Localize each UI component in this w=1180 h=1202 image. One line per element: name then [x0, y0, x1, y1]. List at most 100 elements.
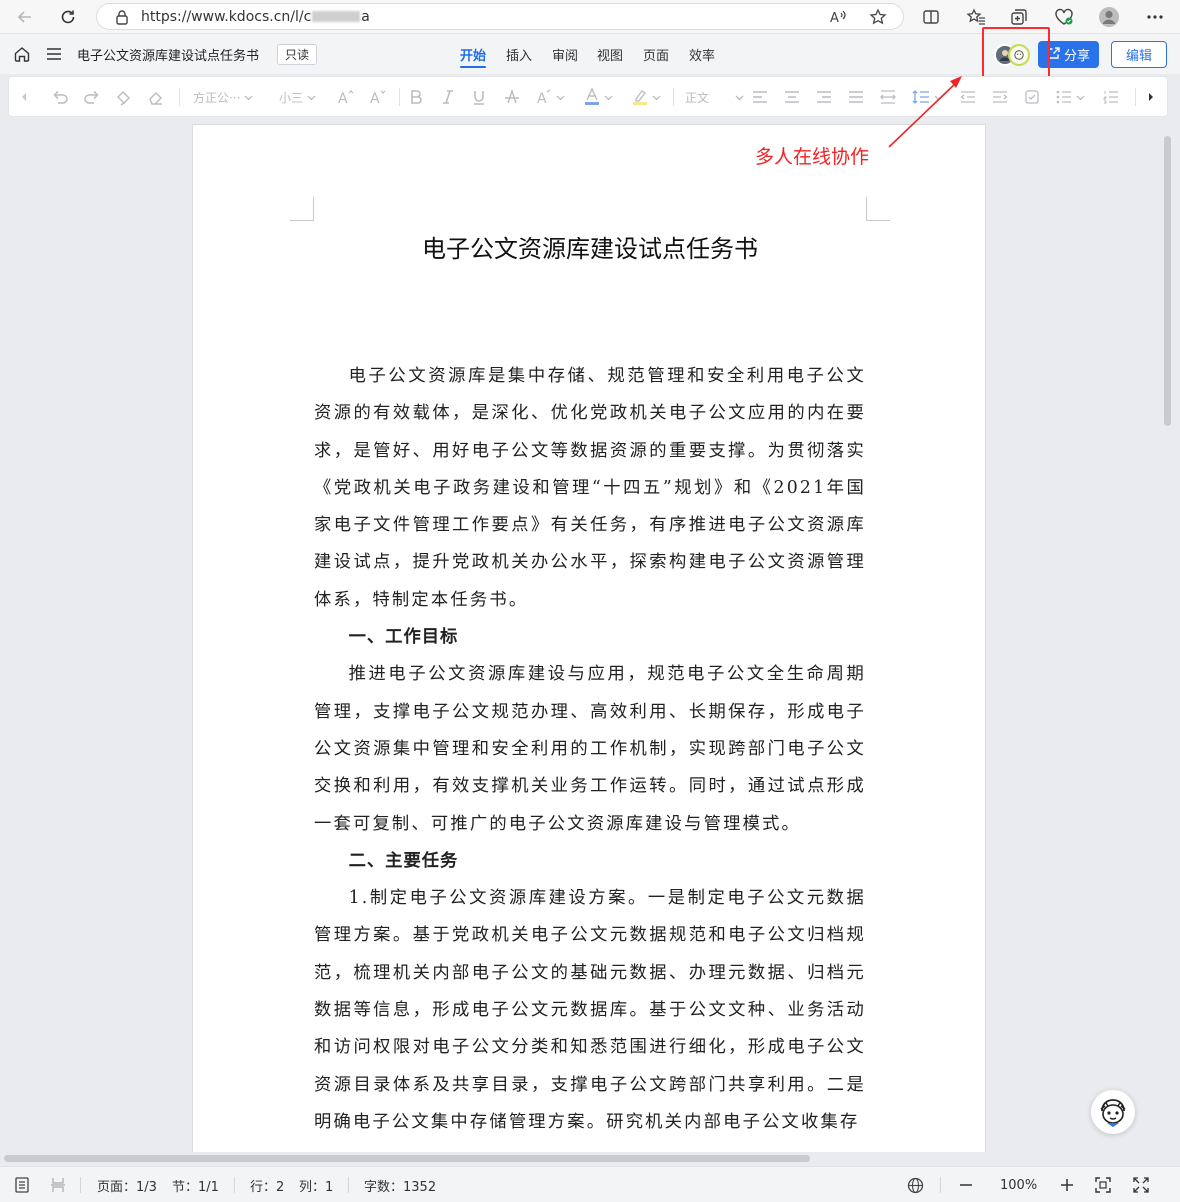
- format-toolbar: 方正公··· 小三 A A A 正文: [8, 76, 1168, 117]
- scroll-right-icon[interactable]: [1147, 87, 1155, 107]
- chevron-down-icon: [307, 90, 316, 104]
- word-count[interactable]: 字数：1352: [364, 1167, 436, 1202]
- scroll-left-icon[interactable]: [20, 87, 28, 107]
- edit-button[interactable]: 编辑: [1111, 41, 1167, 68]
- align-right-icon[interactable]: [816, 87, 832, 107]
- status-divider: [234, 1177, 235, 1193]
- favorite-star-icon[interactable]: [869, 8, 887, 30]
- status-divider: [80, 1177, 81, 1193]
- undo-icon[interactable]: [51, 87, 69, 107]
- zoom-level[interactable]: 100%: [1000, 1167, 1037, 1202]
- strikethrough-icon[interactable]: [504, 87, 520, 107]
- back-icon[interactable]: [12, 4, 38, 30]
- font-name-dropdown[interactable]: 方正公···: [193, 87, 253, 107]
- more-menu-icon[interactable]: [1143, 5, 1167, 29]
- redo-icon[interactable]: [83, 87, 101, 107]
- paragraph-style-dropdown[interactable]: 正文: [685, 87, 744, 107]
- chevron-down-icon: [934, 90, 943, 104]
- home-icon[interactable]: [13, 34, 31, 74]
- section-heading: 二、主要任务: [348, 850, 459, 871]
- share-label: 分享: [1063, 49, 1090, 64]
- assistant-mascot-icon: [1100, 1099, 1126, 1127]
- decrease-font-icon[interactable]: A: [369, 87, 387, 107]
- vertical-scrollbar[interactable]: [1164, 136, 1171, 426]
- page-margin-corner: [866, 197, 890, 221]
- tab-page[interactable]: 页面: [643, 34, 669, 74]
- fit-page-icon[interactable]: [1095, 1167, 1111, 1202]
- favorites-icon[interactable]: [964, 5, 988, 29]
- page-margin-corner: [290, 197, 314, 221]
- annotation-label: 多人在线协作: [755, 146, 870, 168]
- text-effect-dropdown[interactable]: A: [536, 87, 565, 107]
- address-bar[interactable]: https://www.kdocs.cn/l/c a A: [96, 3, 904, 30]
- fullscreen-icon[interactable]: [1133, 1167, 1149, 1202]
- outline-icon[interactable]: [15, 1167, 29, 1202]
- chevron-down-icon: [556, 90, 565, 104]
- collections-icon[interactable]: [1007, 5, 1031, 29]
- paragraph: 推进电子公文资源库建设与应用，规范电子公文全生命周期管理，支撑电子公文规范办理、…: [314, 664, 866, 834]
- tab-efficiency[interactable]: 效率: [689, 34, 715, 74]
- col-indicator: 列：1: [299, 1179, 334, 1195]
- tab-start[interactable]: 开始: [460, 34, 487, 74]
- zoom-out-icon[interactable]: [958, 1167, 974, 1202]
- menu-hamburger-icon[interactable]: [46, 34, 62, 74]
- align-left-icon[interactable]: [752, 87, 768, 107]
- toolbar-divider: [179, 88, 180, 106]
- justify-icon[interactable]: [848, 87, 864, 107]
- toolbar-divider: [399, 88, 400, 106]
- highlight-color-dropdown[interactable]: [632, 87, 661, 107]
- document-page[interactable]: 电子公文资源库建设试点任务书 电子公文资源库是集中存储、规范管理和安全利用电子公…: [192, 124, 986, 1152]
- eraser-icon[interactable]: [147, 87, 165, 107]
- tab-insert[interactable]: 插入: [506, 34, 532, 74]
- ai-assistant-button[interactable]: [1091, 1090, 1135, 1134]
- url-masked: [312, 11, 361, 22]
- tab-review[interactable]: 审阅: [552, 34, 578, 74]
- zoom-in-icon[interactable]: [1059, 1167, 1075, 1202]
- read-aloud-icon[interactable]: A: [829, 8, 849, 30]
- split-screen-icon[interactable]: [919, 5, 943, 29]
- chevron-down-icon: [652, 90, 661, 104]
- font-color-dropdown[interactable]: [584, 87, 613, 107]
- url-text: https://www.kdocs.cn/l/c: [141, 8, 312, 25]
- decrease-indent-icon[interactable]: [960, 87, 976, 107]
- svg-text:A: A: [338, 91, 348, 105]
- paragraph: 电子公文资源库是集中存储、规范管理和安全利用电子公文资源的有效载体，是深化、优化…: [314, 366, 866, 610]
- status-bar: 页面：1/3 节：1/1 行：2 列：1 字数：1352 100%: [0, 1166, 1180, 1202]
- page-break-icon[interactable]: [50, 1167, 66, 1202]
- row-indicator: 行：2: [250, 1179, 285, 1195]
- align-center-icon[interactable]: [784, 87, 800, 107]
- horizontal-scrollbar[interactable]: [4, 1155, 810, 1162]
- tab-view[interactable]: 视图: [597, 34, 623, 74]
- svg-text:A: A: [830, 11, 839, 26]
- font-size-dropdown[interactable]: 小三: [279, 87, 316, 107]
- font-name-value: 方正公···: [193, 90, 241, 105]
- distribute-icon[interactable]: [880, 87, 896, 107]
- chevron-down-icon: [244, 90, 253, 104]
- chevron-down-icon: [604, 90, 613, 104]
- line-spacing-dropdown[interactable]: [912, 87, 943, 107]
- format-painter-icon[interactable]: [115, 87, 133, 107]
- document-heading: 电子公文资源库建设试点任务书: [422, 235, 758, 263]
- doc-title[interactable]: 电子公文资源库建设试点任务书: [77, 34, 259, 74]
- italic-icon[interactable]: [441, 87, 455, 107]
- section-indicator: 节：1/1: [172, 1179, 219, 1195]
- increase-indent-icon[interactable]: [992, 87, 1008, 107]
- font-size-value: 小三: [279, 90, 304, 105]
- health-heart-icon[interactable]: [1052, 5, 1076, 29]
- section-heading: 一、工作目标: [348, 627, 459, 648]
- underline-icon[interactable]: [472, 87, 486, 107]
- increase-font-icon[interactable]: A: [337, 87, 355, 107]
- document-body: 电子公文资源库是集中存储、规范管理和安全利用电子公文资源的有效载体，是深化、优化…: [314, 358, 866, 1141]
- profile-avatar-icon[interactable]: [1097, 5, 1121, 29]
- bold-icon[interactable]: [409, 87, 423, 107]
- page-indicator[interactable]: 页面：1/3: [97, 1167, 157, 1202]
- language-globe-icon[interactable]: [907, 1167, 924, 1202]
- numbered-list-icon[interactable]: [1103, 87, 1119, 107]
- refresh-icon[interactable]: [55, 4, 81, 30]
- chevron-down-icon: [735, 90, 744, 104]
- svg-text:A: A: [370, 91, 380, 105]
- document-canvas[interactable]: 电子公文资源库建设试点任务书 电子公文资源库是集中存储、规范管理和安全利用电子公…: [0, 118, 1180, 1152]
- bullet-list-dropdown[interactable]: [1056, 87, 1085, 107]
- status-divider: [348, 1177, 349, 1193]
- checkbox-icon[interactable]: [1024, 87, 1040, 107]
